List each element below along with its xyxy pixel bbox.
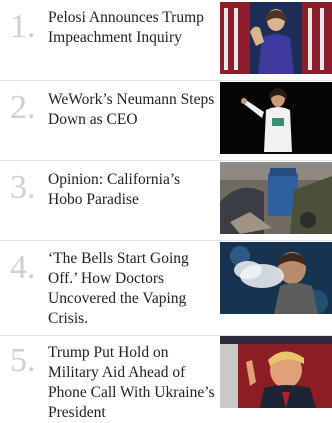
vaping-photo	[220, 242, 332, 314]
headline-link[interactable]: Opinion: California’s Hobo Paradise	[48, 170, 216, 210]
list-item[interactable]: 2. WeWork’s Neumann Steps Down as CEO	[0, 80, 332, 160]
rank-number: 1.	[10, 8, 36, 45]
trump-photo	[220, 336, 332, 408]
thumbnail-image[interactable]	[220, 82, 332, 154]
list-item[interactable]: 1. Pelosi Announces Trump Impeachment In…	[0, 0, 332, 80]
list-item[interactable]: 4. ‘The Bells Start Going Off.’ How Doct…	[0, 240, 332, 335]
rank-number: 5.	[10, 342, 36, 379]
headline-link[interactable]: ‘The Bells Start Going Off.’ How Doctors…	[48, 249, 216, 329]
thumbnail-image[interactable]	[220, 2, 332, 74]
rank-number: 2.	[10, 89, 36, 126]
list-item[interactable]: 5. Trump Put Hold on Military Aid Ahead …	[0, 335, 332, 423]
thumbnail-image[interactable]	[220, 242, 332, 314]
list-item[interactable]: 3. Opinion: California’s Hobo Paradise	[0, 160, 332, 240]
encampment-photo	[220, 162, 332, 234]
thumbnail-image[interactable]	[220, 162, 332, 234]
thumbnail-image[interactable]	[220, 336, 332, 408]
rank-number: 4.	[10, 249, 36, 286]
headline-link[interactable]: WeWork’s Neumann Steps Down as CEO	[48, 90, 216, 130]
headline-link[interactable]: Pelosi Announces Trump Impeachment Inqui…	[48, 8, 216, 48]
trending-list: 1. Pelosi Announces Trump Impeachment In…	[0, 0, 332, 423]
pelosi-photo	[220, 2, 332, 74]
headline-link[interactable]: Trump Put Hold on Military Aid Ahead of …	[48, 343, 216, 423]
rank-number: 3.	[10, 169, 36, 206]
neumann-photo	[220, 82, 332, 154]
